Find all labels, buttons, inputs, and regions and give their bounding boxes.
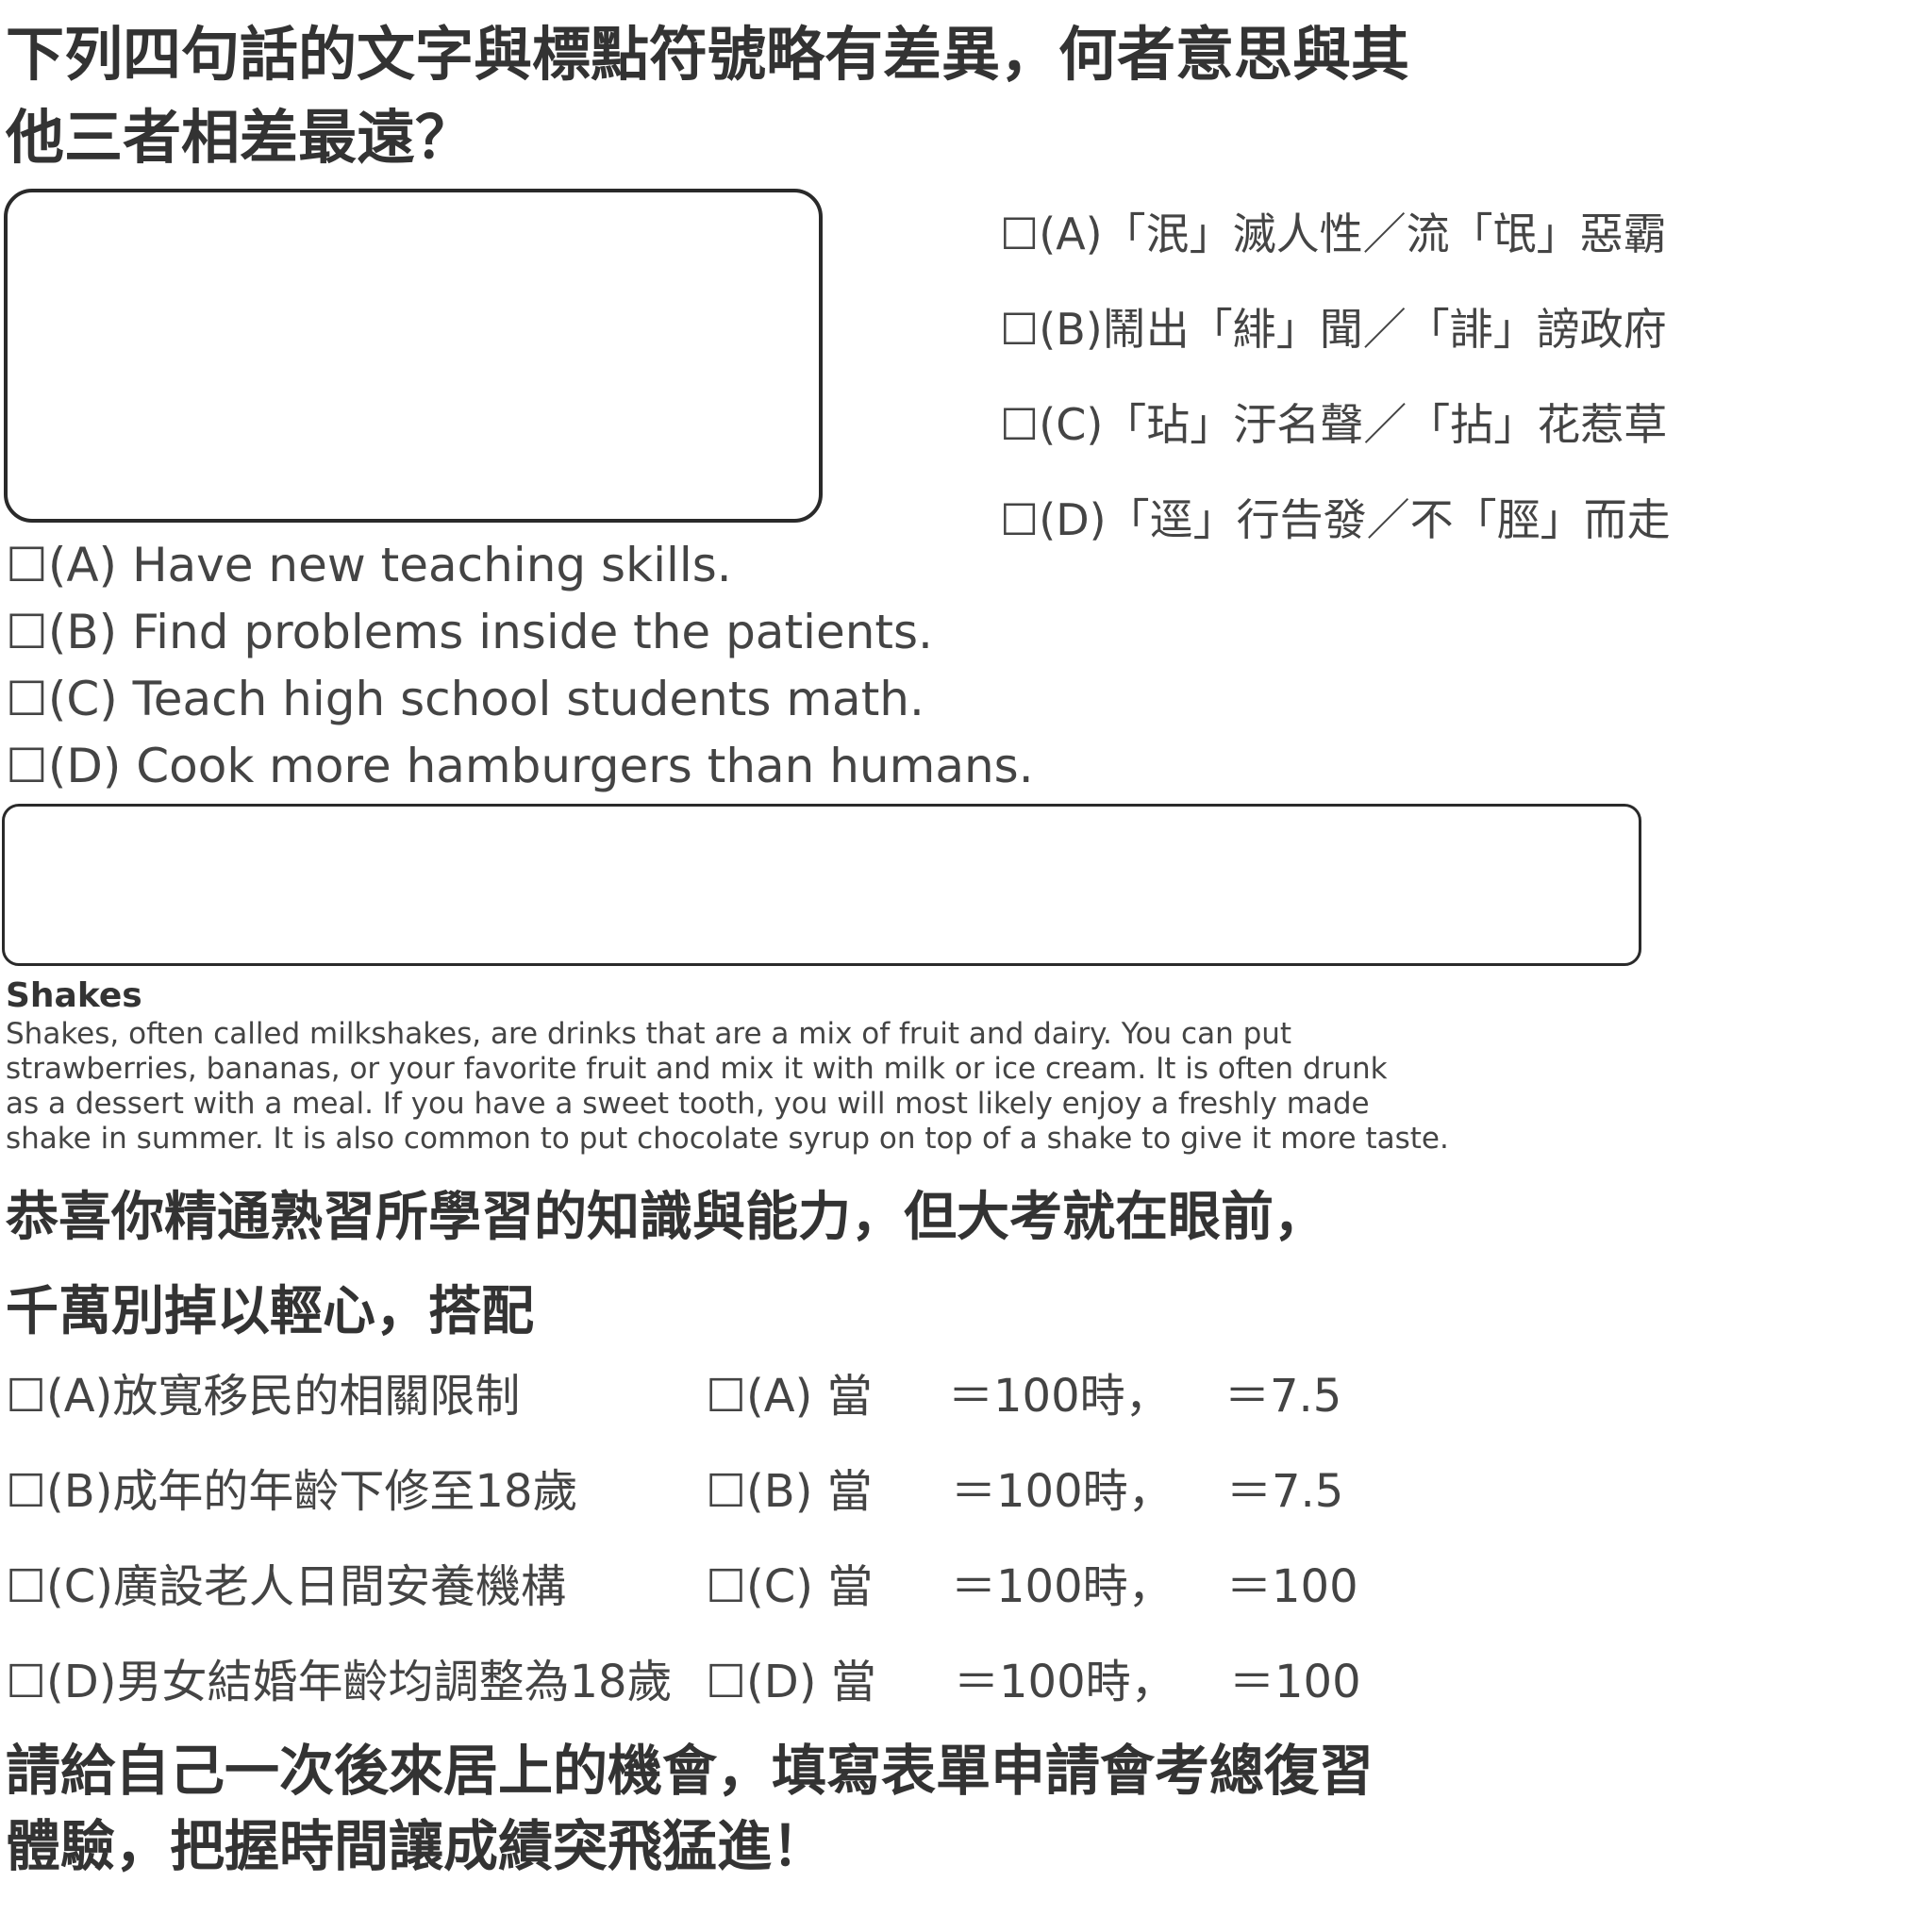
english-option-d[interactable]: ☐(D) Cook more hamburgers than humans. [6, 739, 1034, 793]
english-option-text: (A) Have new teaching skills. [47, 538, 732, 592]
shakes-heading: Shakes [6, 976, 142, 1015]
checkbox-icon[interactable]: ☐ [706, 1465, 746, 1518]
policy-option-text: (D)男女結婚年齡均調整為18歲 [46, 1656, 673, 1708]
checkbox-icon[interactable]: ☐ [6, 538, 48, 592]
math-option-label: (B) 當 [746, 1465, 873, 1518]
math-option-d[interactable]: ☐(D) 當 [706, 1644, 876, 1710]
chinese-option-text: (B)鬧出「緋」聞／「誹」謗政府 [1039, 304, 1667, 355]
checkbox-icon[interactable]: ☐ [1000, 399, 1039, 450]
math-option-c[interactable]: ☐(C) 當 [706, 1549, 873, 1615]
checkbox-icon[interactable]: ☐ [6, 1465, 46, 1518]
checkbox-icon[interactable]: ☐ [6, 1370, 46, 1423]
checkbox-icon[interactable]: ☐ [6, 672, 48, 726]
congrats-line2: 千萬別掉以輕心，搭配 [6, 1281, 534, 1342]
checkbox-icon[interactable]: ☐ [1000, 494, 1039, 545]
chinese-option-text: (C)「玷」汙名聲／「拈」花惹草 [1039, 399, 1668, 450]
policy-option-c[interactable]: ☐(C)廣設老人日間安養機構 [6, 1549, 566, 1615]
chinese-option-text: (D)「逕」行告發／不「脛」而走 [1039, 494, 1671, 545]
chinese-option-c[interactable]: ☐(C)「玷」汙名聲／「拈」花惹草 [1000, 391, 1667, 453]
image-placeholder-frame [4, 189, 823, 523]
english-option-c[interactable]: ☐(C) Teach high school students math. [6, 672, 924, 726]
shakes-line: Shakes, often called milkshakes, are dri… [6, 1017, 1292, 1051]
math-option-d-mid: ＝100時， [954, 1656, 1176, 1708]
checkbox-icon[interactable]: ☐ [1000, 208, 1039, 259]
closing-line1: 請給自己一次後來居上的機會，填寫表單申請會考總復習 [6, 1739, 1374, 1803]
english-option-a[interactable]: ☐(A) Have new teaching skills. [6, 538, 732, 592]
policy-option-d[interactable]: ☐(D)男女結婚年齡均調整為18歲 [6, 1644, 673, 1710]
shakes-line: shake in summer. It is also common to pu… [6, 1122, 1449, 1156]
checkbox-icon[interactable]: ☐ [6, 1656, 46, 1708]
checkbox-icon[interactable]: ☐ [706, 1370, 746, 1423]
shakes-line: strawberries, bananas, or your favorite … [6, 1052, 1388, 1086]
policy-option-a[interactable]: ☐(A)放寬移民的相關限制 [6, 1358, 520, 1424]
english-option-text: (B) Find problems inside the patients. [47, 605, 933, 659]
chinese-option-b[interactable]: ☐(B)鬧出「緋」聞／「誹」謗政府 [1000, 295, 1667, 358]
question-title-line1: 下列四句話的文字與標點符號略有差異，何者意思與其 [6, 20, 1410, 89]
math-option-a-mid: ＝100時， [948, 1370, 1171, 1423]
question-title-line2: 他三者相差最遠？ [6, 103, 475, 172]
math-option-a[interactable]: ☐(A) 當 [706, 1358, 873, 1424]
math-option-d-end: ＝100 [1229, 1656, 1361, 1708]
checkbox-icon[interactable]: ☐ [6, 605, 48, 659]
question-title: 下列四句話的文字與標點符號略有差異，何者意思與其 他三者相差最遠？ [6, 13, 1409, 179]
chinese-option-d[interactable]: ☐(D)「逕」行告發／不「脛」而走 [1000, 486, 1671, 548]
math-option-label: (C) 當 [746, 1560, 874, 1613]
shakes-line: as a dessert with a meal. If you have a … [6, 1087, 1370, 1121]
chinese-option-a[interactable]: ☐(A)「泯」滅人性／流「氓」惡霸 [1000, 200, 1667, 262]
math-option-b-end: ＝7.5 [1226, 1465, 1344, 1518]
math-option-c-end: ＝100 [1226, 1560, 1358, 1613]
answer-box-frame[interactable] [2, 804, 1641, 966]
english-option-b[interactable]: ☐(B) Find problems inside the patients. [6, 605, 933, 659]
checkbox-icon[interactable]: ☐ [706, 1656, 746, 1708]
checkbox-icon[interactable]: ☐ [6, 739, 48, 793]
closing-line2: 體驗，把握時間讓成績突飛猛進！ [6, 1814, 827, 1878]
math-option-label: (A) 當 [746, 1370, 873, 1423]
math-option-b-mid: ＝100時， [951, 1465, 1174, 1518]
english-option-text: (C) Teach high school students math. [47, 672, 924, 726]
policy-option-text: (A)放寬移民的相關限制 [46, 1370, 521, 1423]
policy-option-b[interactable]: ☐(B)成年的年齡下修至18歲 [6, 1454, 578, 1520]
policy-option-text: (C)廣設老人日間安養機構 [46, 1560, 567, 1613]
congrats-line1: 恭喜你精通熟習所學習的知識與能力，但大考就在眼前， [6, 1187, 1326, 1248]
english-option-text: (D) Cook more hamburgers than humans. [47, 739, 1034, 793]
math-option-label: (D) 當 [746, 1656, 876, 1708]
checkbox-icon[interactable]: ☐ [6, 1560, 46, 1613]
math-option-a-end: ＝7.5 [1224, 1370, 1342, 1423]
policy-option-text: (B)成年的年齡下修至18歲 [46, 1465, 578, 1518]
math-option-b[interactable]: ☐(B) 當 [706, 1454, 873, 1520]
checkbox-icon[interactable]: ☐ [706, 1560, 746, 1613]
math-option-c-mid: ＝100時， [951, 1560, 1174, 1613]
checkbox-icon[interactable]: ☐ [1000, 304, 1039, 355]
shakes-paragraph: Shakes, often called milkshakes, are dri… [6, 1017, 1449, 1157]
chinese-option-text: (A)「泯」滅人性／流「氓」惡霸 [1039, 208, 1667, 259]
